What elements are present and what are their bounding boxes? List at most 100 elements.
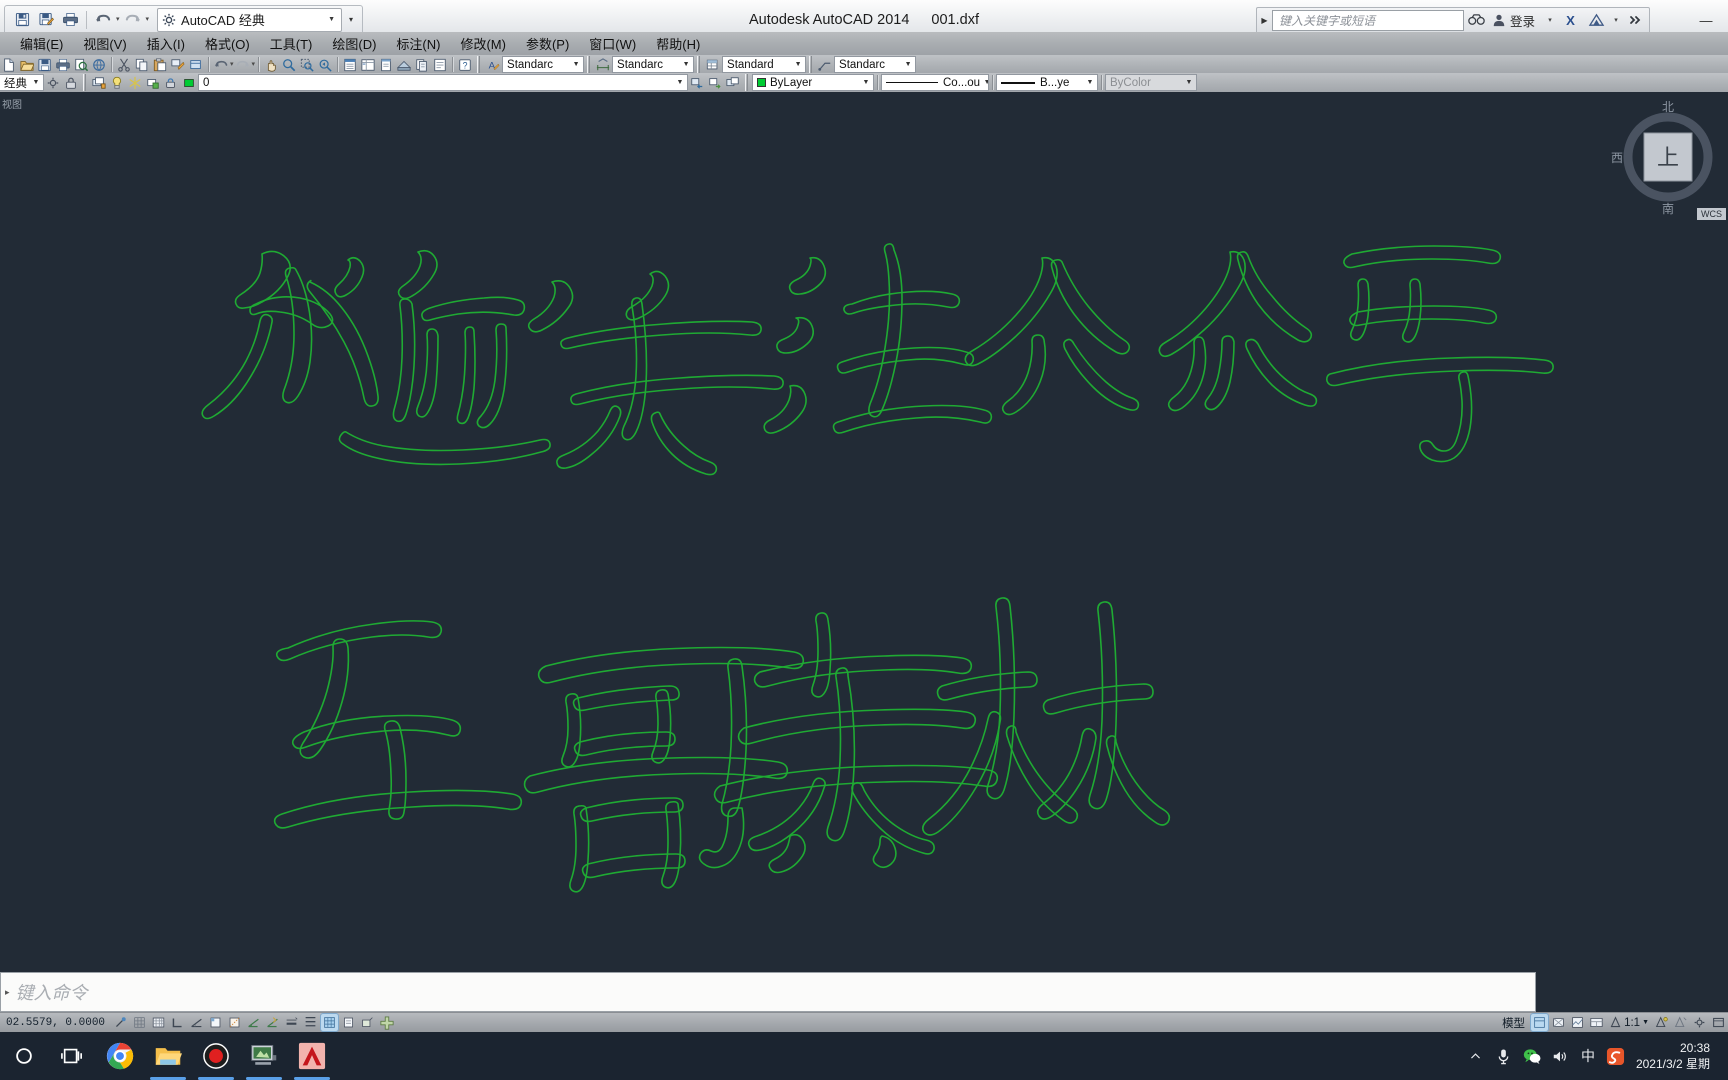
dimension-style-combo[interactable]: Standarc ▼ <box>612 56 695 73</box>
layer-freeze-icon[interactable] <box>127 75 143 91</box>
layer-chevron-down-icon[interactable]: ▼ <box>673 75 687 90</box>
layer-properties-manager-icon[interactable] <box>91 75 107 91</box>
space-switch[interactable]: 模型 <box>1497 1015 1530 1031</box>
status-selcycle[interactable] <box>320 1013 340 1032</box>
quick-view-layouts-icon[interactable] <box>1550 1014 1567 1031</box>
cut-icon[interactable] <box>116 57 132 73</box>
cursor-coordinates[interactable]: 02.5579, 0.0000 <box>0 1017 111 1029</box>
preview-icon[interactable] <box>73 57 89 73</box>
view-cube[interactable]: 北 西 南 上 <box>1608 97 1728 217</box>
taskbar-media-app[interactable] <box>240 1032 288 1080</box>
layer-on-off-icon[interactable] <box>109 75 125 91</box>
menu-help[interactable]: 帮助(H) <box>646 32 710 55</box>
workspace-settings-icon[interactable] <box>45 75 61 91</box>
open-icon[interactable] <box>19 57 35 73</box>
tray-wechat-icon[interactable] <box>1518 1032 1546 1080</box>
search-icon[interactable] <box>1464 8 1490 33</box>
status-polar[interactable] <box>188 1014 205 1031</box>
menu-dim[interactable]: 标注(N) <box>386 32 450 55</box>
tray-microphone-icon[interactable] <box>1490 1032 1518 1080</box>
status-settings-gear-icon[interactable] <box>1691 1014 1708 1031</box>
undo-dropdown-icon[interactable]: ▾ <box>116 16 120 23</box>
taskbar-autocad[interactable] <box>288 1032 336 1080</box>
layer-previous-icon[interactable] <box>689 75 705 91</box>
taskbar-clock[interactable]: 20:38 2021/3/2 星期 <box>1630 1040 1720 1072</box>
tray-volume-icon[interactable] <box>1546 1032 1574 1080</box>
layer-combo[interactable]: 0 ▼ <box>198 74 688 91</box>
autodesk-360-icon[interactable] <box>1583 8 1609 33</box>
command-expand-icon[interactable]: ▸ <box>5 987 10 998</box>
clean-screen-icon[interactable] <box>1710 1014 1727 1031</box>
save-as-button[interactable] <box>35 9 57 31</box>
plot-icon[interactable] <box>55 57 71 73</box>
workspace-window-icon[interactable] <box>1588 1014 1605 1031</box>
lineweight-combo[interactable]: B...ye ▼ <box>996 74 1098 91</box>
mleader-style-chevron-down-icon[interactable]: ▼ <box>901 57 915 72</box>
zoom-realtime-icon[interactable] <box>281 57 297 73</box>
dim-style-toolbar-grip[interactable] <box>586 56 593 73</box>
status-annomon[interactable] <box>340 1014 357 1031</box>
sign-in-button[interactable]: 登录 <box>1490 11 1543 30</box>
mleader-style-icon[interactable] <box>817 57 833 73</box>
autodesk-360-chevron-down-icon[interactable]: ▾ <box>1609 8 1623 33</box>
dimension-style-icon[interactable] <box>595 57 611 73</box>
table-style-icon[interactable] <box>705 57 721 73</box>
autodesk-exchange-icon[interactable]: X <box>1557 8 1583 33</box>
redo-dropdown-icon[interactable]: ▾ <box>146 16 150 23</box>
minimize-button[interactable]: — <box>1684 8 1728 32</box>
save-button[interactable] <box>11 9 33 31</box>
layers-toolbar-grip[interactable] <box>82 74 88 91</box>
external-references-icon[interactable] <box>432 57 448 73</box>
undo-toolbar-chevron-icon[interactable]: ▾ <box>230 61 234 68</box>
annotation-visibility-icon[interactable] <box>1653 1014 1670 1031</box>
status-isodraft[interactable] <box>359 1014 376 1031</box>
sheet-set-icon[interactable] <box>396 57 412 73</box>
publish-icon[interactable] <box>91 57 107 73</box>
plot-button[interactable] <box>59 9 81 31</box>
status-snap[interactable] <box>112 1014 129 1031</box>
workspace-combo-tail[interactable]: 经典 ▼ <box>0 74 44 91</box>
taskbar-chrome[interactable] <box>96 1032 144 1080</box>
table-style-chevron-down-icon[interactable]: ▼ <box>791 57 805 72</box>
mleader-style-combo[interactable]: Standarc ▼ <box>834 56 917 73</box>
text-style-combo[interactable]: Standarc ▼ <box>502 56 585 73</box>
tray-ime-icon[interactable]: 中 <box>1574 1032 1602 1080</box>
undo-toolbar-icon[interactable] <box>213 57 229 73</box>
quick-view-drawings-icon[interactable] <box>1569 1014 1586 1031</box>
layer-plot-icon[interactable] <box>145 75 161 91</box>
layer-make-current-icon[interactable] <box>707 75 723 91</box>
match-properties-icon[interactable] <box>170 57 186 73</box>
ucs-indicator[interactable]: WCS <box>1697 208 1726 220</box>
table-style-combo[interactable]: Standard ▼ <box>722 56 807 73</box>
help-icon[interactable]: ? <box>457 57 473 73</box>
infocenter-more-icon[interactable] <box>1623 8 1649 33</box>
menu-tools[interactable]: 工具(T) <box>260 32 323 55</box>
linetype-chevron-down-icon[interactable]: ▼ <box>980 75 988 90</box>
taskbar-bandicam[interactable] <box>192 1032 240 1080</box>
design-center-icon[interactable] <box>360 57 376 73</box>
dimension-style-chevron-down-icon[interactable]: ▼ <box>679 57 693 72</box>
new-icon[interactable] <box>1 57 17 73</box>
taskbar-search[interactable] <box>0 1032 48 1080</box>
annotation-scale-chevron-down-icon[interactable]: ▼ <box>1642 1019 1649 1026</box>
taskbar-file-explorer[interactable] <box>144 1032 192 1080</box>
menu-window[interactable]: 窗口(W) <box>579 32 646 55</box>
taskbar-task-view[interactable] <box>48 1032 96 1080</box>
block-editor-icon[interactable] <box>188 57 204 73</box>
sign-in-chevron-down-icon[interactable]: ▾ <box>1543 8 1557 33</box>
tray-sogou-icon[interactable] <box>1602 1032 1630 1080</box>
object-color-combo[interactable]: ByLayer ▼ <box>752 74 874 91</box>
menu-insert[interactable]: 插入(I) <box>137 32 195 55</box>
text-style-icon[interactable]: A <box>485 57 501 73</box>
copy-icon[interactable] <box>134 57 150 73</box>
undo-button[interactable] <box>92 9 114 31</box>
linetype-combo[interactable]: Co...ou ▼ <box>881 74 989 91</box>
menu-edit[interactable]: 编辑(E) <box>10 32 73 55</box>
layout-model-icon[interactable] <box>1530 1013 1550 1032</box>
menu-draw[interactable]: 绘图(D) <box>322 32 386 55</box>
table-style-toolbar-grip[interactable] <box>696 56 703 73</box>
zoom-previous-icon[interactable] <box>317 57 333 73</box>
layer-color-swatch-icon[interactable] <box>181 75 197 91</box>
status-add-toggle[interactable] <box>378 1014 395 1031</box>
workspace-selector[interactable]: AutoCAD 经典 ▼ <box>157 7 343 32</box>
